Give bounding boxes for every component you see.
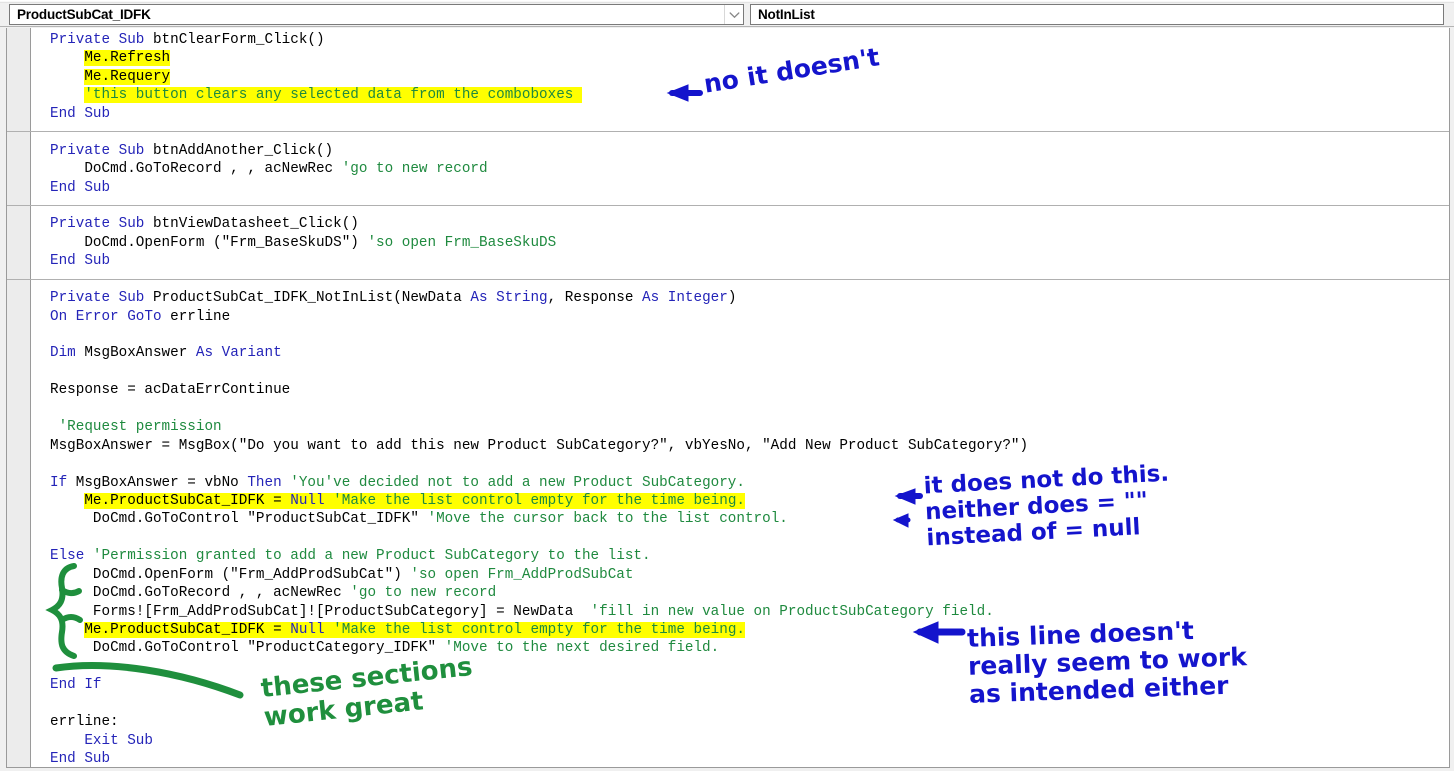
code-line[interactable]: End Sub	[32, 252, 1449, 270]
code-line[interactable]: Exit Sub	[32, 732, 1449, 750]
object-dropdown[interactable]: ProductSubCat_IDFK	[9, 4, 744, 25]
code-line[interactable]: Private Sub btnViewDatasheet_Click()	[32, 215, 1449, 233]
code-line[interactable]: Private Sub btnClearForm_Click()	[32, 31, 1449, 49]
code-line[interactable]: On Error GoTo errline	[32, 308, 1449, 326]
code-line[interactable]: DoCmd.GoToRecord , , acNewRec 'go to new…	[32, 160, 1449, 178]
margin-indicator-bar	[7, 28, 31, 767]
vba-code-window: ProductSubCat_IDFK NotInList Private Sub…	[0, 0, 1454, 771]
code-line-blank[interactable]	[32, 363, 1449, 381]
code-line[interactable]: End If	[32, 676, 1449, 694]
code-line[interactable]: Forms![Frm_AddProdSubCat]![ProductSubCat…	[32, 603, 1449, 621]
code-line[interactable]: Me.ProductSubCat_IDFK = Null 'Make the l…	[32, 621, 1449, 639]
code-line[interactable]: End Sub	[32, 105, 1449, 123]
code-line[interactable]: Private Sub ProductSubCat_IDFK_NotInList…	[32, 289, 1449, 307]
code-line[interactable]: 'this button clears any selected data fr…	[32, 86, 1449, 104]
procedure-separator	[7, 271, 1449, 289]
code-line-blank[interactable]	[32, 529, 1449, 547]
procedure-separator	[7, 123, 1449, 141]
code-line[interactable]: MsgBoxAnswer = MsgBox("Do you want to ad…	[32, 437, 1449, 455]
code-window-toolbar: ProductSubCat_IDFK NotInList	[0, 0, 1454, 27]
code-editor-pane[interactable]: Private Sub btnClearForm_Click() Me.Refr…	[6, 28, 1450, 768]
procedure-separator	[7, 197, 1449, 215]
code-line[interactable]: If MsgBoxAnswer = vbNo Then 'You've deci…	[32, 474, 1449, 492]
code-line[interactable]: DoCmd.GoToControl "ProductSubCat_IDFK" '…	[32, 510, 1449, 528]
code-line[interactable]: End Sub	[32, 179, 1449, 197]
procedure-dropdown[interactable]: NotInList	[750, 4, 1444, 25]
code-line[interactable]: Else 'Permission granted to add a new Pr…	[32, 547, 1449, 565]
code-text[interactable]: Private Sub btnClearForm_Click() Me.Refr…	[7, 28, 1449, 767]
code-line[interactable]: Me.Requery	[32, 68, 1449, 86]
code-line[interactable]: Private Sub btnAddAnother_Click()	[32, 142, 1449, 160]
code-line[interactable]: DoCmd.OpenForm ("Frm_BaseSkuDS") 'so ope…	[32, 234, 1449, 252]
code-line[interactable]: DoCmd.GoToControl "ProductCategory_IDFK"…	[32, 639, 1449, 657]
code-line[interactable]: DoCmd.GoToRecord , , acNewRec 'go to new…	[32, 584, 1449, 602]
code-line-blank[interactable]	[32, 695, 1449, 713]
code-line[interactable]: End Sub	[32, 750, 1449, 767]
procedure-dropdown-value: NotInList	[758, 7, 815, 22]
code-line-blank[interactable]	[32, 455, 1449, 473]
code-line-blank[interactable]	[32, 400, 1449, 418]
code-line-blank[interactable]	[32, 326, 1449, 344]
code-line-blank[interactable]	[32, 658, 1449, 676]
code-line[interactable]: errline:	[32, 713, 1449, 731]
chevron-down-icon[interactable]	[724, 5, 743, 24]
code-line[interactable]: Response = acDataErrContinue	[32, 381, 1449, 399]
code-line[interactable]: 'Request permission	[32, 418, 1449, 436]
code-line[interactable]: Dim MsgBoxAnswer As Variant	[32, 344, 1449, 362]
code-line[interactable]: Me.ProductSubCat_IDFK = Null 'Make the l…	[32, 492, 1449, 510]
code-line[interactable]: Me.Refresh	[32, 49, 1449, 67]
code-line[interactable]: DoCmd.OpenForm ("Frm_AddProdSubCat") 'so…	[32, 566, 1449, 584]
object-dropdown-value: ProductSubCat_IDFK	[17, 7, 151, 22]
